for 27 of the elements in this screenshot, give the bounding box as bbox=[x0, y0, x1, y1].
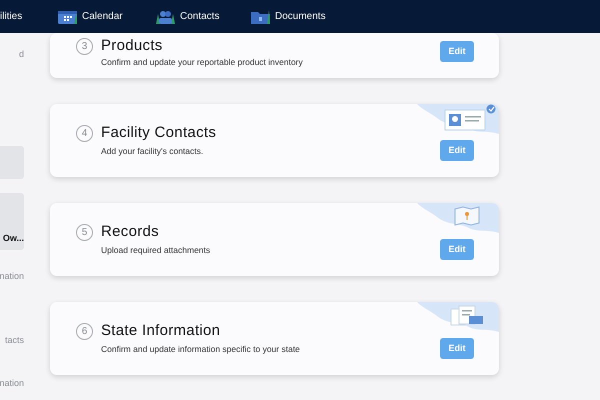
sidebar-label[interactable]: tacts bbox=[4, 334, 24, 348]
edit-button[interactable]: Edit bbox=[440, 239, 474, 260]
step-number: 4 bbox=[76, 124, 93, 142]
step-title: Records bbox=[101, 222, 159, 242]
sidebar-label[interactable]: nation bbox=[0, 377, 24, 390]
edit-button[interactable]: Edit bbox=[440, 338, 474, 359]
step-number: 6 bbox=[76, 322, 93, 340]
edit-button[interactable]: Edit bbox=[440, 140, 474, 161]
step-title: Products bbox=[101, 36, 163, 56]
people-icon bbox=[155, 8, 176, 25]
sidebar-tile[interactable]: Ow... bbox=[0, 193, 24, 250]
step-description: Upload required attachments bbox=[101, 244, 210, 257]
sidebar-label[interactable]: d bbox=[18, 48, 24, 62]
calendar-icon bbox=[57, 8, 78, 25]
step-number: 5 bbox=[76, 224, 93, 241]
step-title: State Information bbox=[101, 321, 220, 341]
step-description: Add your facility's contacts. bbox=[101, 145, 204, 158]
nav-link[interactable]: Calendar bbox=[57, 8, 123, 25]
nav-link[interactable]: Contacts bbox=[155, 8, 220, 25]
step-number: 3 bbox=[76, 38, 93, 55]
step-description: Confirm and update your reportable product inventory bbox=[101, 56, 303, 69]
nav-link[interactable]: Documents bbox=[250, 8, 326, 25]
sidebar-label[interactable]: nation bbox=[0, 270, 24, 284]
nav-link[interactable]: ilities bbox=[0, 9, 22, 24]
edit-button[interactable]: Edit bbox=[440, 41, 474, 62]
step-description: Confirm and update information specific to your state bbox=[101, 343, 300, 356]
step-title: Facility Contacts bbox=[101, 123, 216, 143]
